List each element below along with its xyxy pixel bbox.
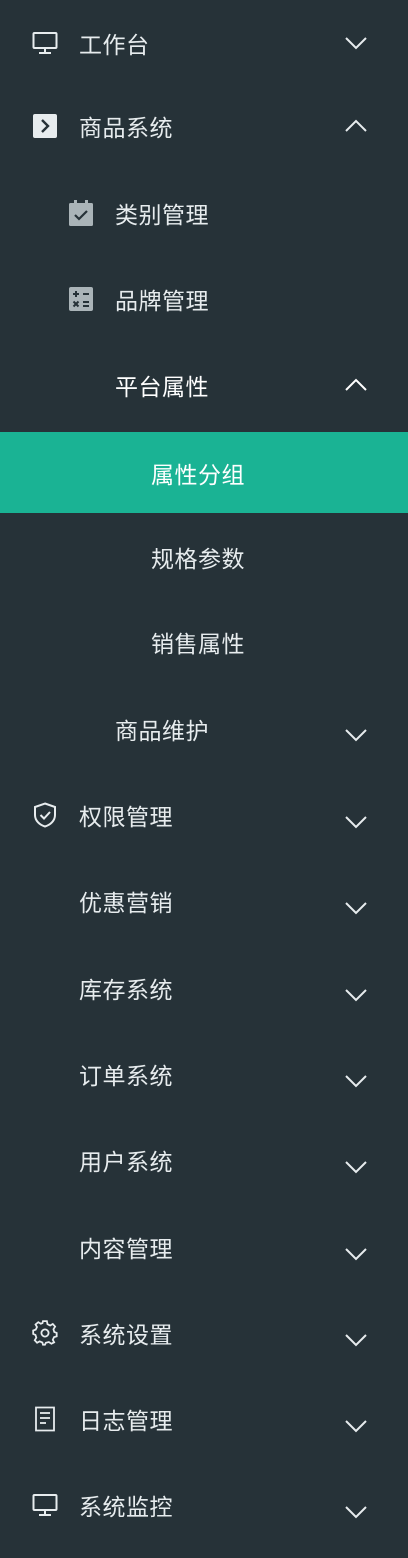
menu-item-label: 销售属性: [151, 632, 245, 658]
chevron-down-icon: [344, 1414, 368, 1438]
monitor-icon: [32, 30, 58, 56]
menu-item-label: 工作台: [79, 33, 150, 59]
menu-item-label: 商品维护: [115, 719, 209, 745]
menu-item-content[interactable]: 内容管理: [0, 1204, 408, 1290]
menu-item-workbench[interactable]: 工作台: [0, 0, 408, 86]
menu-item-permission[interactable]: 权限管理: [0, 772, 408, 858]
menu-item-label: 系统设置: [79, 1323, 173, 1349]
calculator-icon: [68, 286, 94, 312]
menu-item-label: 订单系统: [79, 1064, 173, 1090]
menu-item-label: 规格参数: [151, 547, 245, 573]
menu-item-product-maint[interactable]: 商品维护: [0, 686, 408, 772]
chevron-down-icon: [344, 1155, 368, 1179]
menu-item-label: 内容管理: [79, 1237, 173, 1263]
menu-item-label: 库存系统: [79, 978, 173, 1004]
arrow-box-icon: [32, 113, 58, 139]
menu-item-monitor[interactable]: 系统监控: [0, 1462, 408, 1548]
menu-item-label: 优惠营销: [79, 891, 173, 917]
menu-item-category[interactable]: 类别管理: [0, 170, 408, 256]
menu-item-brand[interactable]: 品牌管理: [0, 256, 408, 342]
chevron-down-icon: [344, 1500, 368, 1524]
menu-item-spec-params[interactable]: 规格参数: [0, 514, 408, 600]
chevron-down-icon: [344, 723, 368, 747]
calendar-check-icon: [68, 200, 94, 226]
chevron-down-icon: [344, 983, 368, 1007]
chevron-down-icon: [344, 1242, 368, 1266]
menu-item-label: 商品系统: [79, 116, 173, 142]
chevron-up-icon: [344, 373, 368, 397]
chevron-down-icon: [344, 810, 368, 834]
document-icon: [32, 1406, 58, 1432]
menu-item-label: 权限管理: [79, 805, 173, 831]
sidebar-menu: 工作台 商品系统 类别管理 品牌管理 平台属性 属性分组 规格参数 销售属性 商…: [0, 0, 408, 1558]
chevron-down-icon: [344, 896, 368, 920]
shield-check-icon: [32, 802, 58, 828]
menu-item-orders[interactable]: 订单系统: [0, 1031, 408, 1117]
menu-item-label: 平台属性: [115, 375, 209, 401]
chevron-down-icon: [344, 1069, 368, 1093]
menu-item-label: 属性分组: [151, 462, 245, 489]
chevron-down-icon: [344, 1328, 368, 1352]
menu-item-promotion[interactable]: 优惠营销: [0, 858, 408, 944]
gear-icon: [32, 1320, 58, 1346]
menu-item-logs[interactable]: 日志管理: [0, 1376, 408, 1462]
menu-item-label: 品牌管理: [115, 289, 209, 315]
menu-item-label: 日志管理: [79, 1409, 173, 1435]
chevron-down-icon: [344, 31, 368, 55]
menu-item-product-system[interactable]: 商品系统: [0, 83, 408, 169]
menu-item-settings[interactable]: 系统设置: [0, 1290, 408, 1376]
menu-item-inventory[interactable]: 库存系统: [0, 945, 408, 1031]
menu-item-attr-group[interactable]: 属性分组: [0, 432, 408, 513]
menu-item-label: 类别管理: [115, 203, 209, 229]
monitor-icon: [32, 1492, 58, 1518]
menu-item-label: 用户系统: [79, 1150, 173, 1176]
menu-item-label: 系统监控: [79, 1495, 173, 1521]
menu-item-platform-attr[interactable]: 平台属性: [0, 342, 408, 428]
chevron-up-icon: [344, 114, 368, 138]
menu-item-sale-attr[interactable]: 销售属性: [0, 599, 408, 685]
menu-item-users[interactable]: 用户系统: [0, 1117, 408, 1203]
